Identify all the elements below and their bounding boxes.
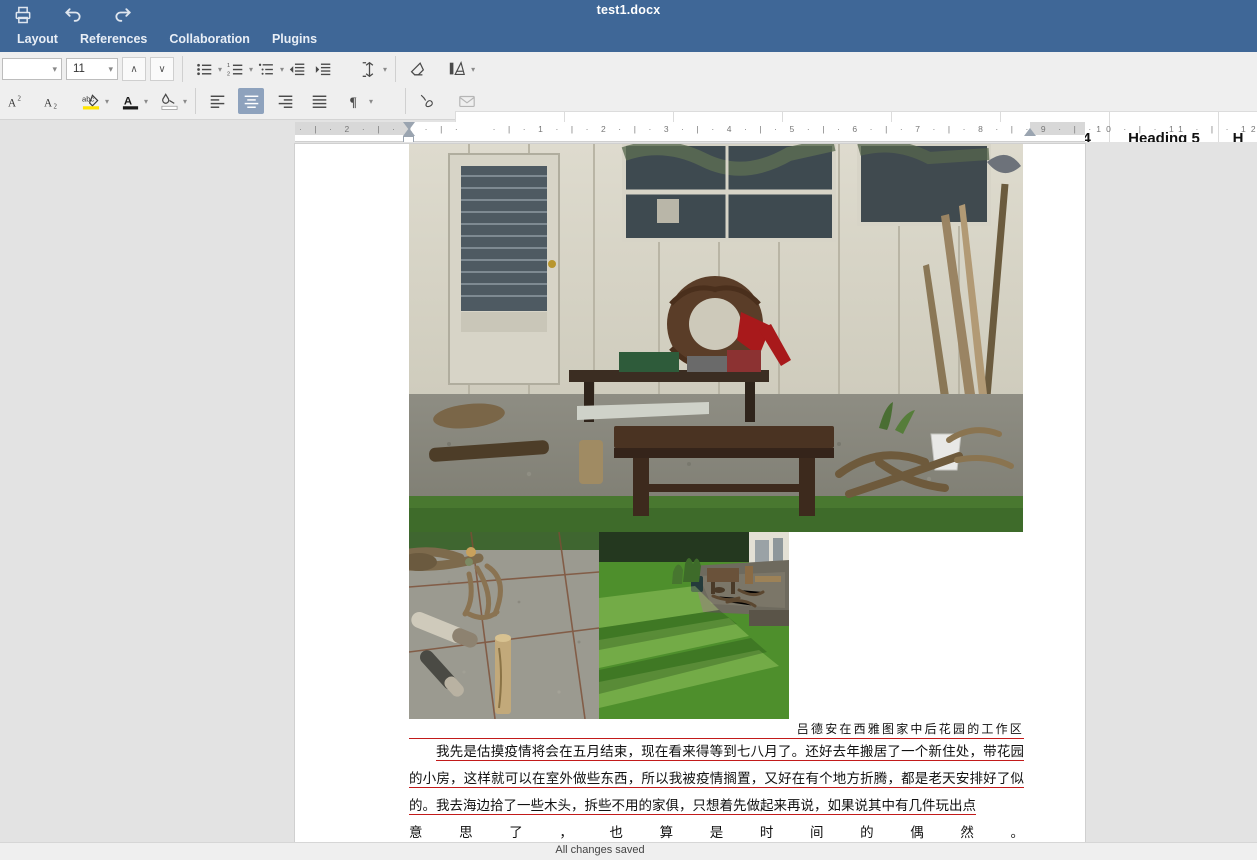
backyard-workshop-photo[interactable] — [409, 144, 1023, 532]
paragraph-shading-icon[interactable] — [156, 88, 182, 114]
hanging-indent-marker[interactable] — [403, 128, 415, 136]
svg-text:1: 1 — [227, 62, 230, 68]
chevron-down-icon[interactable]: ▾ — [471, 65, 475, 74]
toolbar-divider — [405, 88, 407, 114]
body-paragraph[interactable]: 我先是估摸疫情将会在五月结束，现在看来得等到七八月了。还好去年搬居了一个新住处，… — [409, 739, 1024, 820]
chevron-down-icon[interactable]: ▾ — [144, 97, 148, 106]
last-line-char: 是 — [709, 825, 724, 841]
subscript-icon[interactable]: A 2 — [40, 88, 66, 114]
toolbar-divider — [395, 56, 397, 82]
svg-text:¶: ¶ — [349, 94, 356, 109]
ribbon-row-paragraph: A 2 A 2 abc ▾ A ▾ ▾ ¶ ▾ — [0, 86, 480, 116]
shading-color-icon[interactable] — [444, 56, 470, 82]
toolbar-divider — [195, 88, 197, 114]
svg-text:A: A — [123, 95, 131, 107]
align-left-icon[interactable] — [204, 88, 230, 114]
align-justify-icon[interactable] — [306, 88, 332, 114]
horizontal-ruler[interactable]: · | · 2 · | · 1 · | · · | · 1 · | · 2 · … — [295, 122, 1257, 143]
menu-item-layout[interactable]: Layout — [6, 30, 69, 48]
title-bar: test1.docx Layout References Collaborati… — [0, 0, 1257, 52]
document-canvas[interactable]: 吕德安在西雅图家中后花园的工作区 我先是估摸疫情将会在五月结束，现在看来得等到七… — [0, 142, 1257, 842]
highlight-color-icon[interactable]: abc — [78, 88, 104, 114]
superscript-icon[interactable]: A 2 — [4, 88, 30, 114]
right-indent-marker[interactable] — [1024, 128, 1036, 136]
last-line-char: 了 — [509, 825, 523, 841]
body-paragraph-last-line[interactable]: 意 思 了 ， 也 算 是 时 间 的 偶 然 。 — [409, 820, 1024, 842]
document-title: test1.docx — [596, 3, 661, 17]
body-paragraph-text: 我先是估摸疫情将会在五月结束，现在看来得等到七八月了。还好去年搬居了一个新住处，… — [409, 744, 1024, 815]
green-lawn-photo[interactable] — [599, 532, 789, 719]
page-content[interactable]: 吕德安在西雅图家中后花园的工作区 我先是估摸疫情将会在五月结束，现在看来得等到七… — [409, 144, 1024, 842]
numbered-list-icon[interactable]: 1 2 — [222, 56, 248, 82]
menu-item-references[interactable]: References — [69, 30, 158, 48]
shrink-font-button[interactable]: ∨ — [150, 57, 174, 81]
toolbar-divider — [182, 56, 183, 82]
menu-item-plugins[interactable]: Plugins — [261, 30, 328, 48]
chevron-down-icon[interactable]: ▾ — [105, 97, 109, 106]
ribbon-row-font: ▾ 11 ▾ ∧ ∨ ▾ 1 2 ▾ ▾ ▾ ▾ — [0, 54, 475, 84]
svg-text:2: 2 — [53, 103, 57, 110]
svg-text:A: A — [8, 97, 17, 109]
last-line-char: 算 — [659, 825, 674, 841]
last-line-char: 时 — [759, 825, 774, 841]
chevron-down-icon[interactable]: ▾ — [52, 64, 57, 75]
last-line-char: 间 — [810, 825, 824, 841]
photo-row — [409, 532, 1024, 719]
grow-font-button[interactable]: ∧ — [122, 57, 146, 81]
ribbon-toolbar: ▾ 11 ▾ ∧ ∨ ▾ 1 2 ▾ ▾ ▾ ▾ A 2 A 2 abc ▾ A… — [0, 52, 1257, 166]
svg-text:2: 2 — [17, 95, 21, 102]
font-color-icon[interactable]: A — [117, 88, 143, 114]
chevron-down-icon[interactable]: ▾ — [183, 97, 187, 106]
menu-bar: Layout References Collaboration Plugins — [6, 30, 328, 48]
last-line-char: 的 — [860, 825, 874, 841]
image-caption: 吕德安在西雅图家中后花园的工作区 — [409, 720, 1024, 739]
svg-text:2: 2 — [227, 71, 230, 77]
last-line-char: ， — [559, 825, 573, 841]
chevron-down-icon[interactable]: ▾ — [383, 65, 387, 74]
status-bar: All changes saved — [0, 842, 1257, 860]
font-size-input[interactable]: 11 ▾ — [66, 58, 118, 80]
save-status: All changes saved — [555, 844, 645, 856]
multilevel-list-icon[interactable] — [253, 56, 279, 82]
chevron-down-icon[interactable]: ▾ — [108, 64, 113, 75]
pilcrow-icon[interactable]: ¶ — [342, 88, 368, 114]
line-spacing-icon[interactable] — [356, 56, 382, 82]
last-line-char: 意 — [409, 825, 423, 841]
chevron-down-icon[interactable]: ▾ — [369, 97, 373, 106]
font-size-value: 11 — [73, 63, 85, 75]
eraser-icon[interactable] — [404, 56, 430, 82]
document-page[interactable]: 吕德安在西雅图家中后花园的工作区 我先是估摸疫情将会在五月结束，现在看来得等到七… — [295, 144, 1085, 842]
last-line-char: 然 — [960, 825, 974, 841]
align-right-icon[interactable] — [272, 88, 298, 114]
svg-text:A: A — [44, 97, 53, 109]
photo-row-spacer — [789, 532, 1023, 719]
increase-indent-icon[interactable] — [310, 56, 336, 82]
last-line-char: 也 — [609, 825, 624, 841]
menu-item-collaboration[interactable]: Collaboration — [158, 30, 261, 48]
bullet-list-icon[interactable] — [191, 56, 217, 82]
last-line-char: 思 — [459, 825, 473, 841]
font-family-input[interactable]: ▾ — [2, 58, 62, 80]
decrease-indent-icon[interactable] — [284, 56, 310, 82]
driftwood-patio-photo[interactable] — [409, 532, 599, 719]
last-line-char: 。 — [1010, 825, 1025, 841]
last-line-char: 偶 — [910, 825, 924, 841]
align-center-icon[interactable] — [238, 88, 265, 114]
format-painter-icon[interactable] — [414, 88, 440, 114]
